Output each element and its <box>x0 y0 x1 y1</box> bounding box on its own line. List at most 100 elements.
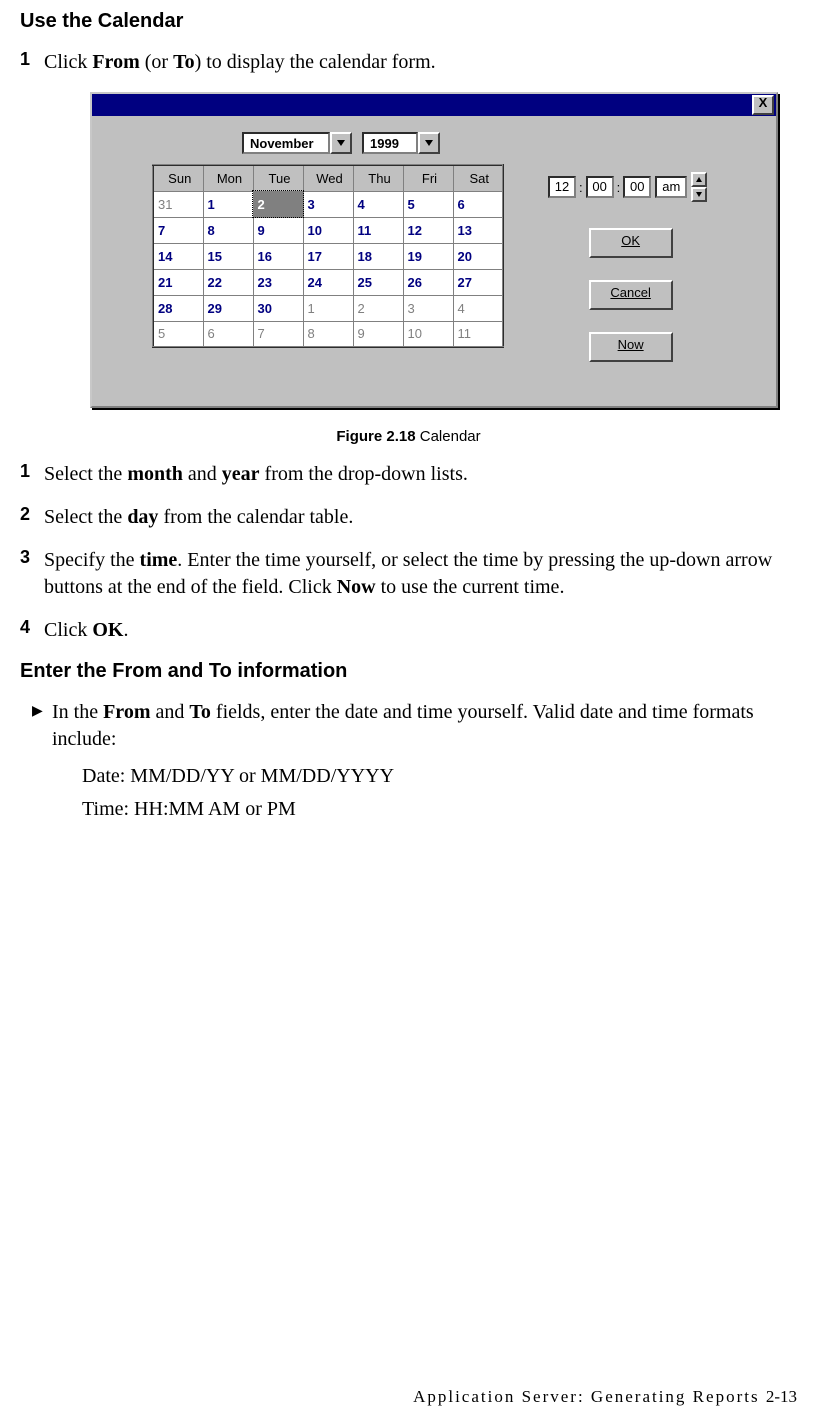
dialog-body: November 1999 SunMonTueWedThuFriSat 3112… <box>92 116 776 406</box>
page-number: 2-13 <box>766 1387 797 1406</box>
day-cell[interactable]: 30 <box>253 295 303 321</box>
dialog-titlebar: X <box>92 94 776 116</box>
day-cell[interactable]: 7 <box>253 321 303 347</box>
day-cell[interactable]: 4 <box>353 191 403 217</box>
text: from the calendar table. <box>158 506 353 528</box>
step-number: 3 <box>20 547 44 568</box>
second-field[interactable]: 00 <box>623 176 651 198</box>
footer-text: Application Server: Generating Reports <box>413 1387 760 1406</box>
day-cell[interactable]: 9 <box>353 321 403 347</box>
month-dropdown[interactable]: November <box>242 132 352 154</box>
text: and <box>151 701 190 723</box>
text: . <box>123 619 128 641</box>
figure-caption: Figure 2.18 Calendar <box>20 428 797 445</box>
now-button[interactable]: Now <box>589 332 673 362</box>
step-number: 1 <box>20 49 44 70</box>
colon: : <box>576 180 586 195</box>
text: to use the current time. <box>376 576 565 598</box>
day-cell[interactable]: 17 <box>303 243 353 269</box>
day-cell[interactable]: 16 <box>253 243 303 269</box>
calendar-dialog: X November 1999 SunMonTueWedThuFriSat 31… <box>90 92 778 408</box>
day-cell[interactable]: 14 <box>153 243 203 269</box>
colon: : <box>614 180 624 195</box>
text-bold: day <box>127 506 158 528</box>
day-cell[interactable]: 11 <box>453 321 503 347</box>
step-1-from-to: 1 Click From (or To) to display the cale… <box>20 49 797 76</box>
day-cell[interactable]: 12 <box>403 217 453 243</box>
day-cell[interactable]: 2 <box>253 191 303 217</box>
cancel-button[interactable]: Cancel <box>589 280 673 310</box>
day-header: Thu <box>353 165 403 191</box>
day-cell[interactable]: 10 <box>403 321 453 347</box>
time-picker[interactable]: 12 : 00 : 00 am <box>548 172 707 202</box>
time-spinner[interactable] <box>691 172 707 202</box>
step-text: Select the day from the calendar table. <box>44 504 797 531</box>
ampm-field[interactable]: am <box>655 176 687 198</box>
day-cell[interactable]: 9 <box>253 217 303 243</box>
caption-bold: Figure 2.18 <box>336 428 415 445</box>
text: ) to display the calendar form. <box>195 51 436 73</box>
day-cell[interactable]: 26 <box>403 269 453 295</box>
day-cell[interactable]: 24 <box>303 269 353 295</box>
day-cell[interactable]: 3 <box>403 295 453 321</box>
calendar-table[interactable]: SunMonTueWedThuFriSat 311234567891011121… <box>152 164 504 348</box>
day-cell[interactable]: 1 <box>203 191 253 217</box>
section-title-use-calendar: Use the Calendar <box>20 10 797 33</box>
day-cell[interactable]: 28 <box>153 295 203 321</box>
day-cell[interactable]: 6 <box>453 191 503 217</box>
day-cell[interactable]: 18 <box>353 243 403 269</box>
day-cell[interactable]: 25 <box>353 269 403 295</box>
instruction-step: 2Select the day from the calendar table. <box>20 504 797 531</box>
minute-field[interactable]: 00 <box>586 176 614 198</box>
instruction-step: 3Specify the time. Enter the time yourse… <box>20 547 797 601</box>
text-bold: Now <box>337 576 376 598</box>
chevron-down-icon[interactable] <box>418 132 440 154</box>
spin-up-icon[interactable] <box>691 172 707 187</box>
ok-button[interactable]: OK <box>589 228 673 258</box>
text-bold: To <box>189 701 211 723</box>
day-header: Fri <box>403 165 453 191</box>
close-icon[interactable]: X <box>752 95 774 115</box>
calendar-figure: X November 1999 SunMonTueWedThuFriSat 31… <box>90 92 797 408</box>
day-header: Wed <box>303 165 353 191</box>
day-cell[interactable]: 8 <box>203 217 253 243</box>
text: Click <box>44 51 92 73</box>
day-cell[interactable]: 1 <box>303 295 353 321</box>
day-cell[interactable]: 5 <box>153 321 203 347</box>
text-bold: month <box>127 463 183 485</box>
day-cell[interactable]: 20 <box>453 243 503 269</box>
day-cell[interactable]: 8 <box>303 321 353 347</box>
text: and <box>183 463 222 485</box>
day-cell[interactable]: 3 <box>303 191 353 217</box>
day-cell[interactable]: 5 <box>403 191 453 217</box>
day-header: Sun <box>153 165 203 191</box>
month-value: November <box>242 132 330 154</box>
day-cell[interactable]: 7 <box>153 217 203 243</box>
text: (or <box>140 51 173 73</box>
text-bold: To <box>173 51 195 73</box>
day-cell[interactable]: 4 <box>453 295 503 321</box>
day-cell[interactable]: 21 <box>153 269 203 295</box>
spin-down-icon[interactable] <box>691 187 707 202</box>
day-cell[interactable]: 23 <box>253 269 303 295</box>
day-cell[interactable]: 15 <box>203 243 253 269</box>
day-header: Sat <box>453 165 503 191</box>
day-cell[interactable]: 29 <box>203 295 253 321</box>
day-cell[interactable]: 10 <box>303 217 353 243</box>
step-number: 1 <box>20 461 44 482</box>
year-dropdown[interactable]: 1999 <box>362 132 440 154</box>
hour-field[interactable]: 12 <box>548 176 576 198</box>
day-cell[interactable]: 27 <box>453 269 503 295</box>
day-header: Tue <box>253 165 303 191</box>
day-cell[interactable]: 19 <box>403 243 453 269</box>
text-bold: From <box>103 701 150 723</box>
day-cell[interactable]: 13 <box>453 217 503 243</box>
chevron-down-icon[interactable] <box>330 132 352 154</box>
text-bold: year <box>222 463 260 485</box>
day-cell[interactable]: 2 <box>353 295 403 321</box>
day-cell[interactable]: 11 <box>353 217 403 243</box>
day-cell[interactable]: 6 <box>203 321 253 347</box>
day-cell[interactable]: 31 <box>153 191 203 217</box>
day-cell[interactable]: 22 <box>203 269 253 295</box>
button-label: Now <box>618 337 644 352</box>
